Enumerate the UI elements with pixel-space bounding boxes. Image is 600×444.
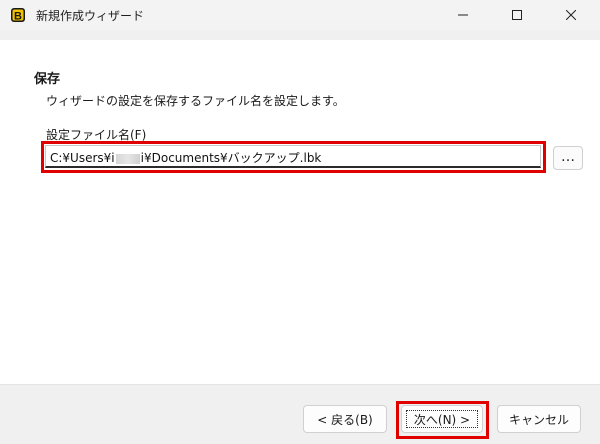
next-button[interactable]: 次へ(N) >	[401, 405, 483, 433]
section-description: ウィザードの設定を保存するファイル名を設定します。	[46, 94, 345, 108]
path-suffix: i¥Documents¥バックアップ.lbk	[140, 151, 322, 165]
title-bar: B 新規作成ウィザード	[0, 0, 600, 30]
file-name-label: 設定ファイル名(F)	[46, 128, 147, 142]
browse-button[interactable]: …	[553, 146, 583, 170]
window-title: 新規作成ウィザード	[36, 9, 145, 23]
backup-app-icon: B	[11, 8, 25, 23]
maximize-icon	[512, 10, 522, 20]
settings-file-name-input[interactable]: C:¥Users¥i i¥Documents¥バックアップ.lbk	[45, 145, 541, 168]
close-icon	[566, 10, 576, 20]
minimize-icon	[458, 14, 468, 16]
redacted-username	[115, 153, 140, 164]
section-title: 保存	[34, 72, 61, 87]
maximize-button[interactable]	[494, 0, 540, 30]
footer-divider	[0, 384, 600, 385]
minimize-button[interactable]	[440, 0, 486, 30]
close-button[interactable]	[548, 0, 594, 30]
svg-text:B: B	[14, 11, 22, 23]
wizard-content-panel: 保存 ウィザードの設定を保存するファイル名を設定します。 設定ファイル名(F) …	[0, 40, 600, 384]
back-button[interactable]: < 戻る(B)	[303, 405, 387, 433]
cancel-button[interactable]: キャンセル	[497, 405, 581, 433]
path-prefix: C:¥Users¥i	[50, 151, 115, 165]
